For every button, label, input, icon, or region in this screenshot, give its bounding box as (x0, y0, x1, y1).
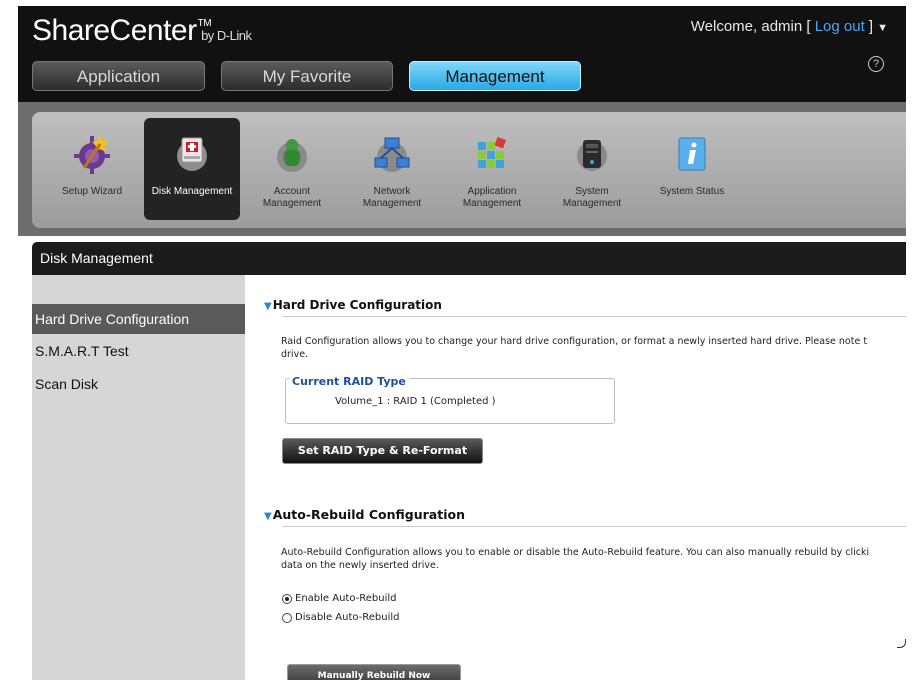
sidebar-item-label: S.M.A.R.T Test (35, 343, 129, 359)
disable-auto-rebuild-option[interactable]: Disable Auto-Rebuild (282, 612, 400, 623)
tab-management[interactable]: Management (409, 61, 581, 91)
current-raid-type-value: Volume_1 : RAID 1 (Completed ) (335, 396, 496, 407)
tool-network-management[interactable]: Network Management (344, 118, 440, 220)
panel-title: Disk Management (32, 242, 906, 275)
sidebar-item-label: Hard Drive Configuration (35, 311, 190, 327)
tab-my-favorite[interactable]: My Favorite (221, 61, 393, 91)
tool-account-management[interactable]: Account Management (244, 118, 340, 220)
sidebar: Hard Drive Configuration S.M.A.R.T Test … (32, 275, 245, 680)
radio-label: Enable Auto-Rebuild (295, 593, 397, 604)
tool-label: System Management (562, 186, 622, 209)
info-icon (678, 137, 706, 171)
description-line: drive. (281, 349, 309, 360)
disable-auto-rebuild-radio[interactable] (282, 612, 292, 623)
wizard-icon (74, 135, 110, 174)
hard-drive-configuration-header[interactable]: ▼Hard Drive Configuration (264, 298, 442, 312)
account-icon (277, 139, 307, 172)
section-title: Auto-Rebuild Configuration (272, 507, 465, 522)
section-divider (283, 316, 906, 317)
welcome-prefix: Welcome, admin [ (690, 18, 815, 35)
radio-label: Disable Auto-Rebuild (295, 612, 400, 623)
tool-label: Disk Management (151, 186, 233, 197)
main-content: ▼Hard Drive Configuration Raid Configura… (245, 275, 906, 680)
auto-rebuild-description: Auto-Rebuild Configuration allows you to… (281, 546, 906, 572)
application-icon (478, 136, 507, 168)
tab-application[interactable]: Application (32, 61, 205, 91)
tool-setup-wizard[interactable]: Setup Wizard (44, 118, 140, 220)
resize-handle-icon[interactable] (897, 639, 906, 648)
tool-label: Setup Wizard (61, 186, 123, 197)
network-icon (374, 137, 410, 172)
brand-name: ShareCenter (32, 14, 197, 47)
manually-rebuild-now-button[interactable]: Manually Rebuild Now (287, 664, 461, 680)
user-menu-caret-icon[interactable]: ▼ (877, 22, 888, 34)
brand-by-dlink: by D-Link (201, 28, 252, 43)
tool-system-management[interactable]: System Management (544, 118, 640, 220)
welcome-text: Welcome, admin [ Log out ] ▼ (691, 18, 888, 35)
description-line: data on the newly inserted drive. (281, 560, 439, 571)
collapse-triangle-icon: ▼ (264, 511, 272, 522)
section-divider (283, 526, 906, 527)
icon-toolbar-band: Setup Wizard Disk Management Account Man… (18, 102, 906, 236)
system-icon (577, 140, 607, 171)
logout-link[interactable]: Log out (815, 18, 865, 35)
collapse-triangle-icon: ▼ (264, 301, 272, 312)
brand-logo: ShareCenterTMby D-Link (32, 14, 261, 48)
tool-label: Network Management (362, 186, 422, 209)
tool-label: Account Management (262, 186, 322, 209)
top-header: ShareCenterTMby D-Link Welcome, admin [ … (18, 6, 906, 102)
sidebar-item-hard-drive-configuration[interactable]: Hard Drive Configuration (32, 304, 245, 334)
welcome-suffix: ] (864, 18, 874, 35)
description-line: Auto-Rebuild Configuration allows you to… (281, 547, 870, 558)
sharecenter-app: ShareCenterTMby D-Link Welcome, admin [ … (18, 6, 906, 680)
tool-system-status[interactable]: System Status (644, 118, 740, 220)
tool-label: System Status (659, 186, 725, 197)
help-icon[interactable]: ? (868, 56, 884, 72)
tool-disk-management[interactable]: Disk Management (144, 118, 240, 220)
set-raid-type-reformat-button[interactable]: Set RAID Type & Re-Format (282, 438, 483, 464)
hard-drive-configuration-description: Raid Configuration allows you to change … (281, 335, 906, 361)
tool-application-management[interactable]: Application Management (444, 118, 540, 220)
tool-label: Application Management (462, 186, 522, 209)
description-line: Raid Configuration allows you to change … (281, 336, 868, 347)
enable-auto-rebuild-option[interactable]: Enable Auto-Rebuild (282, 593, 397, 604)
auto-rebuild-configuration-header[interactable]: ▼Auto-Rebuild Configuration (264, 507, 465, 522)
icon-toolbar: Setup Wizard Disk Management Account Man… (32, 112, 906, 228)
current-raid-type-legend: Current RAID Type (289, 375, 409, 388)
sidebar-item-smart-test[interactable]: S.M.A.R.T Test (32, 336, 245, 366)
enable-auto-rebuild-radio[interactable] (282, 593, 292, 604)
sidebar-item-label: Scan Disk (35, 376, 99, 392)
disk-icon (177, 137, 207, 171)
sidebar-item-scan-disk[interactable]: Scan Disk (32, 369, 245, 399)
section-title: Hard Drive Configuration (272, 298, 442, 312)
